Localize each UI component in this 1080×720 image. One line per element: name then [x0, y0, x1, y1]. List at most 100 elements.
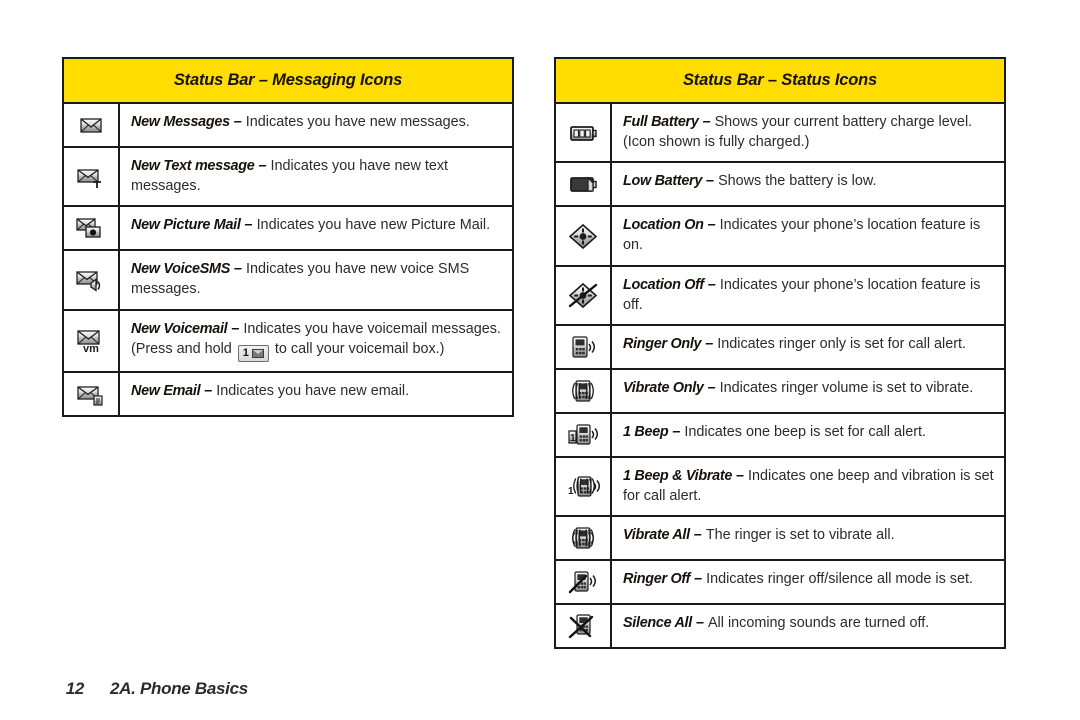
- icon-name: 1 Beep & Vibrate: [623, 467, 733, 484]
- name-dash: –: [698, 114, 715, 130]
- name-dash: –: [701, 335, 718, 352]
- icon-description-text: Indicates you have new email.: [216, 382, 410, 399]
- icon-name: Silence All: [623, 615, 692, 632]
- name-dash: –: [703, 276, 720, 293]
- table-row: New VoiceSMS – Indicates you have new vo…: [64, 251, 512, 311]
- svg-text:vm: vm: [83, 343, 99, 355]
- table-row: Vibrate All – The ringer is set to vibra…: [556, 517, 1004, 562]
- icon-description-text: Indicates you have new Picture Mail.: [256, 217, 491, 234]
- name-dash: –: [230, 261, 247, 278]
- messaging-icons-table: Status Bar – Messaging Icons New Message…: [62, 57, 514, 417]
- table-row: Location Off – Indicates your phone’s lo…: [556, 266, 1004, 326]
- icon-description-text: Shows the battery is low.: [718, 173, 877, 190]
- ringer-only-icon: [556, 325, 612, 368]
- name-dash: –: [690, 571, 707, 588]
- table-row: vm New Voicemail – Indicates you have voi…: [64, 310, 512, 373]
- ringer-off-icon: [556, 561, 612, 604]
- icon-description-text-continued: to call your voicemail box.): [270, 340, 445, 357]
- key-envelope-icon: [251, 348, 264, 358]
- icon-description: Full Battery – Shows your current batter…: [612, 104, 1004, 161]
- name-dash: –: [703, 379, 720, 396]
- icon-description: New Picture Mail – Indicates you have ne…: [120, 207, 512, 249]
- icon-name: New Text message: [131, 158, 255, 174]
- icon-name: Full Battery: [623, 114, 699, 130]
- name-dash: –: [229, 114, 246, 130]
- icon-name: New Messages: [131, 114, 230, 130]
- table-row: Low Battery – Shows the battery is low.: [556, 163, 1004, 208]
- icon-name: Vibrate Only: [623, 379, 704, 396]
- name-dash: –: [702, 173, 719, 190]
- icon-description: Location Off – Indicates your phone’s lo…: [612, 267, 1004, 324]
- voicemail-key-1: 1: [237, 344, 269, 362]
- envelope-icon: [64, 104, 120, 146]
- table-row: 1 1 Beep & Vibrate – Indicates one beep a…: [556, 457, 1004, 518]
- icon-description: New VoiceSMS – Indicates you have new vo…: [120, 251, 512, 308]
- vibrate-only-icon: [556, 369, 612, 412]
- table-row: Full Battery – Shows your current batter…: [556, 104, 1004, 164]
- battery-low-icon: [556, 163, 612, 206]
- silence-all-icon: [556, 605, 612, 648]
- svg-text:1: 1: [570, 433, 576, 444]
- name-dash: –: [227, 320, 244, 337]
- page-footer: 12 2A. Phone Basics: [48, 659, 248, 719]
- location-off-icon: [556, 266, 612, 324]
- key-label: 1: [242, 346, 249, 359]
- status-icons-table: Status Bar – Status Icons Full Battery –…: [554, 57, 1006, 650]
- one-beep-icon: 1: [556, 413, 612, 456]
- icon-name: 1 Beep: [623, 423, 669, 440]
- icon-name: Ringer Only: [623, 335, 702, 352]
- icon-name: Low Battery: [623, 173, 703, 190]
- messaging-table-body: New Messages – Indicates you have new me…: [64, 104, 512, 415]
- table-row: New Messages – Indicates you have new me…: [64, 104, 512, 148]
- icon-description-text: Indicates you have new messages.: [245, 114, 470, 130]
- table-row: 1 1 Beep – Indicates one beep is set for …: [556, 413, 1004, 458]
- footer-page-number: 12: [65, 679, 85, 698]
- vibrate-all-icon: [556, 517, 612, 560]
- battery-full-icon: [556, 104, 612, 162]
- icon-name: New VoiceSMS: [131, 261, 231, 278]
- name-dash: –: [703, 217, 720, 234]
- icon-description-text: All incoming sounds are turned off.: [707, 615, 930, 632]
- manual-page: Status Bar – Messaging Icons New Message…: [0, 0, 1080, 720]
- icon-description: 1 Beep – Indicates one beep is set for c…: [612, 414, 1004, 456]
- footer-section-title: 2A. Phone Basics: [110, 679, 248, 698]
- icon-description-text: Indicates ringer off/silence all mode is…: [706, 571, 973, 588]
- table-row: New Email – Indicates you have new email…: [64, 372, 512, 415]
- icon-description: Vibrate All – The ringer is set to vibra…: [612, 517, 1004, 559]
- envelope-picture-mail-icon: [64, 207, 120, 250]
- status-table-title: Status Bar – Status Icons: [556, 59, 1004, 104]
- name-dash: –: [668, 423, 685, 440]
- table-row: Ringer Only – Indicates ringer only is s…: [556, 325, 1004, 370]
- icon-name: New Picture Mail: [131, 217, 241, 234]
- icon-description-text: Indicates ringer volume is set to vibrat…: [719, 379, 974, 396]
- icon-name: New Voicemail: [131, 320, 228, 337]
- messaging-table-title: Status Bar – Messaging Icons: [64, 59, 512, 104]
- icon-name: Ringer Off: [623, 571, 691, 588]
- table-row: New Text message – Indicates you have ne…: [64, 148, 512, 208]
- icon-description: Silence All – All incoming sounds are tu…: [612, 605, 1004, 647]
- envelope-text-icon: [64, 148, 120, 206]
- envelope-voice-sms-icon: [64, 251, 120, 309]
- icon-name: Location On: [623, 217, 704, 234]
- icon-description-text: Indicates one beep is set for call alert…: [684, 423, 926, 440]
- table-row: New Picture Mail – Indicates you have ne…: [64, 207, 512, 252]
- envelope-voicemail-icon: vm: [64, 310, 120, 371]
- name-dash: –: [200, 382, 217, 399]
- table-row: Ringer Off – Indicates ringer off/silenc…: [556, 561, 1004, 606]
- status-table-body: Full Battery – Shows your current batter…: [556, 104, 1004, 648]
- icon-description: New Messages – Indicates you have new me…: [120, 104, 512, 146]
- name-dash: –: [691, 615, 708, 632]
- name-dash: –: [689, 527, 706, 544]
- table-row: Vibrate Only – Indicates ringer volume i…: [556, 369, 1004, 414]
- name-dash: –: [254, 158, 271, 174]
- icon-description: 1 Beep & Vibrate – Indicates one beep an…: [612, 458, 1004, 515]
- icon-name: Vibrate All: [623, 527, 690, 544]
- table-row: Silence All – All incoming sounds are tu…: [556, 605, 1004, 648]
- icon-name: Location Off: [623, 276, 704, 293]
- table-row: Location On – Indicates your phone’s loc…: [556, 207, 1004, 267]
- envelope-email-icon: [64, 372, 120, 415]
- icon-description: Vibrate Only – Indicates ringer volume i…: [612, 370, 1004, 412]
- svg-text:1: 1: [568, 486, 574, 497]
- icon-description-text: The ringer is set to vibrate all.: [705, 527, 895, 544]
- location-on-icon: [556, 207, 612, 265]
